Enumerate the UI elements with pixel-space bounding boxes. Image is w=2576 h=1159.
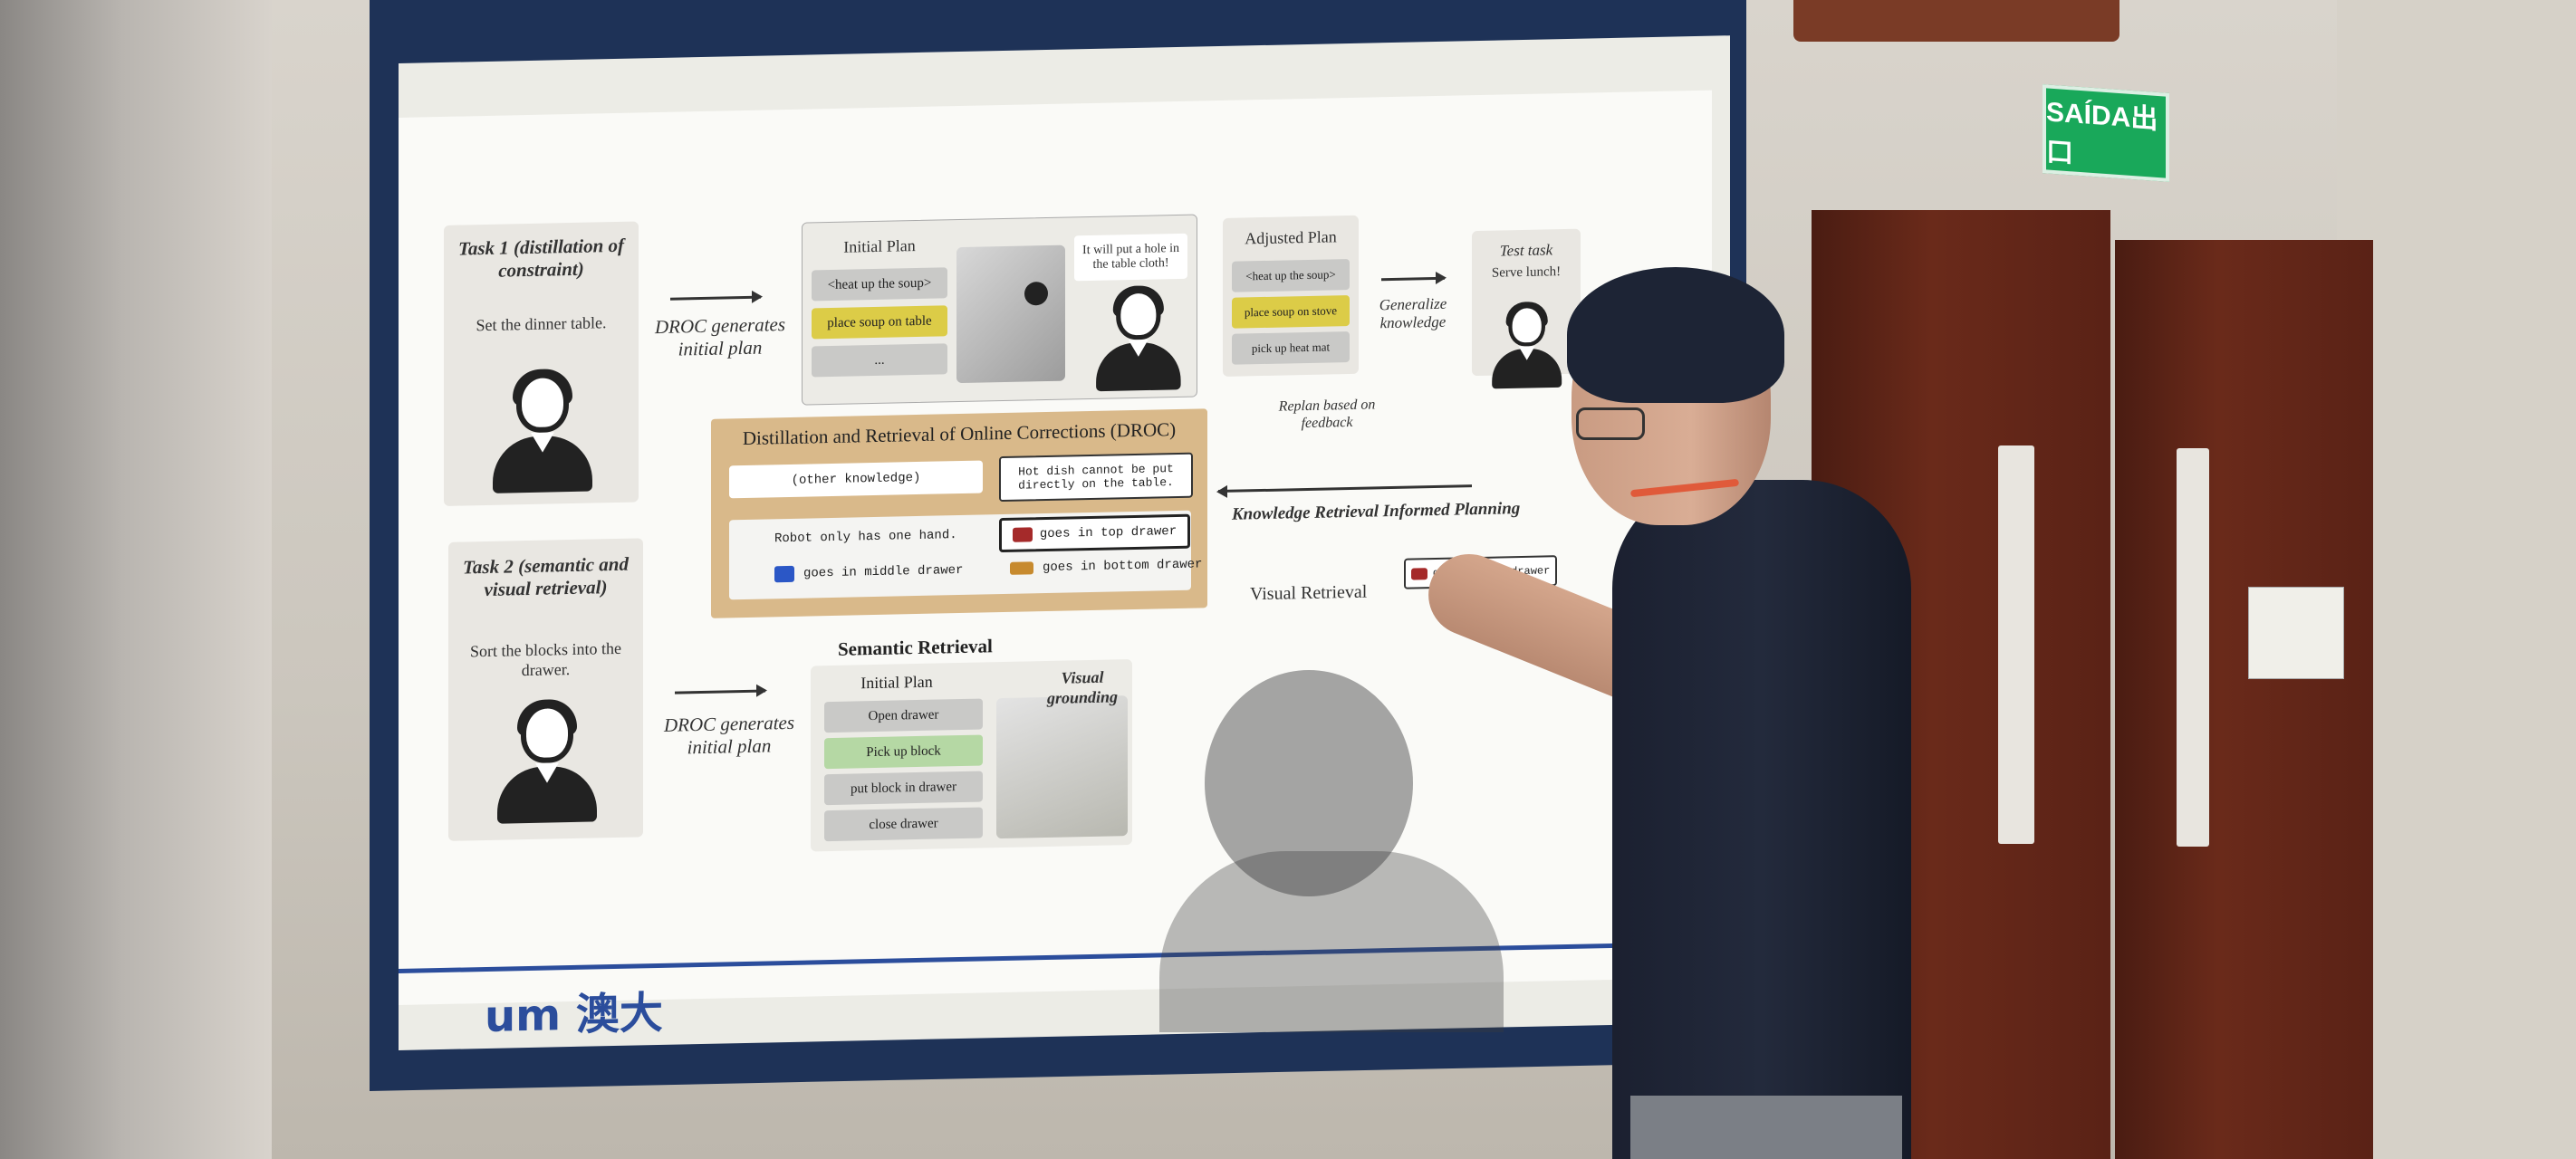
red-block-icon [1012, 527, 1033, 542]
plan2-step-3: put block in drawer [824, 771, 983, 806]
arrow-icon [670, 295, 761, 301]
ceiling-beam [1793, 0, 2119, 42]
door-right-window [2177, 448, 2209, 847]
task1-instruction: Set the dinner table. [476, 313, 607, 335]
initial-plan-1-panel: Initial Plan <heat up the soup> place so… [802, 214, 1197, 406]
arrow-icon [1381, 276, 1445, 282]
top-drawer-box: goes in top drawer [999, 513, 1190, 553]
task1-title: Task 1 (distillation of constraint) [457, 234, 624, 282]
plan1-step-2: place soup on table [812, 305, 947, 340]
droc-title: Distillation and Retrieval of Online Cor… [742, 418, 1177, 450]
arrow-icon [1218, 484, 1472, 493]
semantic-retrieval-label: Semantic Retrieval [838, 635, 993, 660]
adjusted-step-1: <heat up the soup> [1232, 259, 1350, 292]
other-knowledge-box: (other knowledge) [729, 460, 983, 499]
initial-plan-2-title: Initial Plan [860, 672, 933, 693]
slide-footer-line [399, 941, 1712, 973]
adjusted-plan-panel: Adjusted Plan <heat up the soup> place s… [1223, 215, 1359, 377]
presenter-hair [1567, 267, 1784, 403]
blue-block-icon [774, 565, 794, 583]
person-icon [487, 368, 596, 496]
initial-plan-2-panel: Initial Plan Open drawer Pick up block p… [811, 659, 1132, 852]
plan1-step-1: <heat up the soup> [812, 267, 947, 302]
university-logo: um 澳大 [485, 987, 663, 1043]
projector-screen: Task 1 (distillation of constraint) Set … [399, 35, 1730, 1051]
person-icon [492, 698, 601, 827]
task2-instruction: Sort the blocks into the drawer. [470, 638, 621, 680]
speech-bubble: It will put a hole in the table cloth! [1074, 233, 1187, 282]
person-icon [1488, 301, 1564, 390]
task2-title: Task 2 (semantic and visual retrieval) [463, 552, 629, 601]
droc-generates-label-1: DROC generates initial plan [654, 313, 786, 360]
middle-drawer-text: goes in middle drawer [803, 562, 964, 581]
exit-sign: SAÍDA出口 [2043, 84, 2169, 182]
red-block-icon [1410, 567, 1427, 580]
plan2-step-4: close drawer [824, 807, 983, 842]
presenter-body [1612, 480, 1911, 1159]
presenter-glasses [1576, 407, 1645, 440]
hot-dish-box: Hot dish cannot be put directly on the t… [999, 452, 1193, 503]
visual-grounding-label: Visual grounding [1046, 667, 1119, 708]
drawer-scene-image [996, 695, 1128, 839]
orange-block-icon [1010, 561, 1033, 575]
task2-panel: Task 2 (semantic and visual retrieval) S… [448, 538, 643, 841]
generalize-knowledge-label: Generalize knowledge [1379, 294, 1447, 332]
plan2-step-2: Pick up block [824, 734, 983, 770]
adjusted-step-3: pick up heat mat [1232, 331, 1350, 365]
visual-retrieval-label: Visual Retrieval [1250, 581, 1368, 605]
test-task-panel: Test task Serve lunch! [1472, 228, 1581, 389]
person-icon [1091, 285, 1184, 394]
replan-label: Replan based on feedback [1278, 397, 1376, 432]
test-task-title: Test task [1499, 241, 1553, 260]
adjusted-step-2: place soup on stove [1232, 295, 1350, 329]
plan1-step-3: ... [812, 343, 947, 378]
droc-box: Distillation and Retrieval of Online Cor… [711, 408, 1207, 618]
plan2-step-1: Open drawer [824, 698, 983, 733]
test-task-instruction: Serve lunch! [1491, 264, 1562, 281]
left-wall [0, 0, 272, 1159]
task1-panel: Task 1 (distillation of constraint) Set … [444, 221, 639, 506]
top-drawer-text: goes in top drawer [1039, 524, 1177, 542]
door-left-window [1998, 445, 2034, 844]
wall-notice [2248, 587, 2344, 679]
robot-arm-image [956, 244, 1065, 384]
presenter-pants [1630, 1096, 1902, 1159]
audience-shadow-body [1159, 851, 1504, 1032]
door-right [2115, 240, 2373, 1159]
initial-plan-1-title: Initial Plan [843, 236, 916, 256]
adjusted-plan-title: Adjusted Plan [1245, 227, 1337, 248]
slide: Task 1 (distillation of constraint) Set … [399, 90, 1712, 1042]
knowledge-retrieval-label: Knowledge Retrieval Informed Planning [1232, 499, 1521, 524]
droc-generates-label-2: DROC generates initial plan [663, 711, 795, 759]
arrow-icon [675, 689, 765, 694]
